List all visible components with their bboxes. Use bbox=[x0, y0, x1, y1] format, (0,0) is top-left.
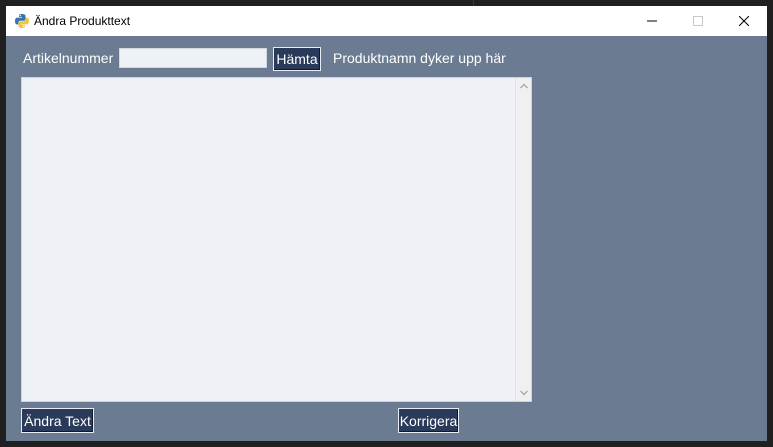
close-icon bbox=[739, 16, 749, 26]
scroll-up-button[interactable] bbox=[516, 78, 532, 94]
window-title: Ändra Produkttext bbox=[34, 14, 131, 28]
product-text-area[interactable] bbox=[22, 78, 514, 401]
app-window: Ändra Produkttext Artikelnummer Hämta Pr… bbox=[6, 6, 767, 441]
minimize-button[interactable] bbox=[629, 6, 675, 36]
article-number-input[interactable] bbox=[119, 48, 267, 68]
vertical-scrollbar[interactable] bbox=[515, 78, 531, 401]
client-area: Artikelnummer Hämta Produktnamn dyker up… bbox=[6, 36, 767, 441]
python-icon bbox=[14, 13, 30, 29]
close-button[interactable] bbox=[721, 6, 767, 36]
title-bar[interactable]: Ändra Produkttext bbox=[6, 6, 767, 36]
chevron-up-icon bbox=[520, 83, 528, 89]
maximize-button[interactable] bbox=[675, 6, 721, 36]
fetch-button[interactable]: Hämta bbox=[273, 47, 321, 71]
change-text-button[interactable]: Ändra Text bbox=[21, 408, 94, 433]
chevron-down-icon bbox=[520, 390, 528, 396]
maximize-icon bbox=[693, 16, 703, 26]
correct-button[interactable]: Korrigera bbox=[398, 408, 459, 433]
scroll-down-button[interactable] bbox=[516, 385, 532, 401]
minimize-icon bbox=[647, 20, 657, 22]
product-text-box bbox=[21, 77, 532, 402]
product-name-label: Produktnamn dyker upp här bbox=[333, 50, 506, 66]
article-number-label: Artikelnummer bbox=[23, 50, 114, 66]
